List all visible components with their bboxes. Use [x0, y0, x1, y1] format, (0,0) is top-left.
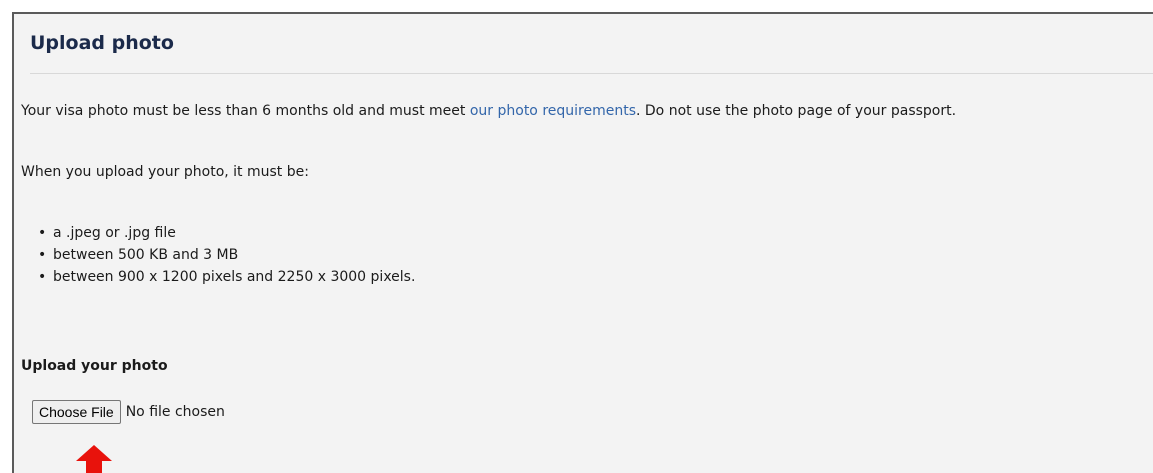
bullet-icon: • — [38, 225, 47, 241]
panel-header: Upload photo — [30, 28, 1153, 74]
red-up-arrow-icon — [76, 445, 112, 473]
panel-title: Upload photo — [30, 32, 174, 54]
list-item: • a .jpeg or .jpg file — [38, 222, 415, 244]
arrow-shape — [76, 445, 112, 473]
requirement-text: between 900 x 1200 pixels and 2250 x 300… — [53, 269, 416, 285]
requirements-list: • a .jpeg or .jpg file • between 500 KB an… — [38, 222, 415, 288]
requirement-text: between 500 KB and 3 MB — [53, 247, 239, 263]
intro-text-end: . Do not use the photo page of your pass… — [636, 103, 957, 119]
list-item: • between 900 x 1200 pixels and 2250 x 30… — [38, 266, 415, 288]
photo-requirements-link[interactable]: our photo requirements — [470, 103, 636, 119]
requirement-text: a .jpeg or .jpg file — [53, 225, 176, 241]
choose-file-button[interactable]: Choose File — [32, 400, 121, 424]
list-item: • between 500 KB and 3 MB — [38, 244, 415, 266]
intro-text-start: Your visa photo must be less than 6 mont… — [21, 103, 470, 119]
bullet-icon: • — [38, 247, 47, 263]
upload-photo-label: Upload your photo — [21, 358, 168, 374]
intro-paragraph: Your visa photo must be less than 6 mont… — [21, 101, 956, 121]
file-input[interactable]: Choose File No file chosen — [32, 399, 225, 425]
requirements-intro: When you upload your photo, it must be: — [21, 164, 309, 180]
bullet-icon: • — [38, 269, 47, 285]
file-status-text: No file chosen — [125, 404, 225, 420]
